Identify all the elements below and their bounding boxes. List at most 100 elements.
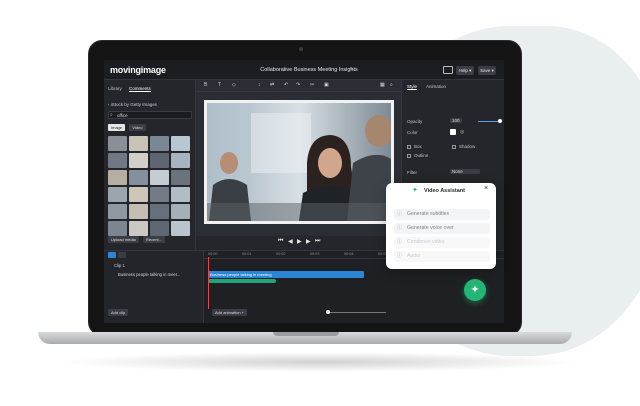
opacity-slider-handle[interactable] xyxy=(498,119,502,123)
tab-animation[interactable]: Animation xyxy=(426,84,446,89)
media-thumbnail[interactable] xyxy=(108,153,127,168)
edit-title-icon[interactable]: ✎ xyxy=(350,67,354,73)
filter-image[interactable]: Image xyxy=(108,124,126,131)
media-thumbnail[interactable] xyxy=(108,170,127,185)
project-title[interactable]: Collaborative Business Meeting Insights xyxy=(244,67,374,73)
rewind-icon[interactable]: ◀ xyxy=(288,238,293,245)
color-label: Color xyxy=(407,130,418,135)
meeting-scene-image xyxy=(207,103,391,221)
media-thumbnail[interactable] xyxy=(108,204,127,219)
box-checkbox[interactable] xyxy=(407,145,411,149)
skip-forward-icon[interactable]: ⏭ xyxy=(315,238,320,245)
skip-back-icon[interactable]: ⏮ xyxy=(278,238,283,245)
shadow-label: Shadow xyxy=(459,144,476,149)
filter-video[interactable]: Video xyxy=(129,124,146,131)
redo-icon[interactable]: ↷ xyxy=(296,82,300,88)
playhead[interactable] xyxy=(208,257,209,309)
snap-toggle[interactable] xyxy=(108,252,116,258)
color-swatch[interactable] xyxy=(450,129,456,135)
assistant-fab-button[interactable]: ✦ xyxy=(464,279,486,301)
tab-library[interactable]: Library xyxy=(108,86,122,91)
generate-subtitles-button[interactable]: ⓘ Generate subtitles xyxy=(394,209,490,220)
upload-media-button[interactable]: Upload media xyxy=(108,236,139,243)
laptop-shadow xyxy=(60,352,580,372)
media-thumbnail[interactable] xyxy=(171,187,190,202)
copy-icon[interactable]: ▣ xyxy=(324,82,329,88)
tick-label: 00:02 xyxy=(276,252,286,256)
shadow-checkbox[interactable] xyxy=(452,145,456,149)
media-thumbnail[interactable] xyxy=(129,187,148,202)
text-icon[interactable]: T xyxy=(218,82,221,88)
condense-video-button[interactable]: ⓘ Condense video xyxy=(394,237,490,248)
search-icon: ⌕ xyxy=(110,112,113,118)
media-thumbnail[interactable] xyxy=(129,221,148,236)
media-thumbnail[interactable] xyxy=(108,136,127,151)
recent-button[interactable]: Recent... xyxy=(142,236,165,243)
help-button[interactable]: Help ▾ xyxy=(456,66,474,75)
laptop-notch xyxy=(273,332,339,336)
outline-checkbox[interactable] xyxy=(407,154,411,158)
subtitles-icon: ⓘ xyxy=(397,211,403,217)
media-thumbnail[interactable] xyxy=(150,153,169,168)
media-thumbnail[interactable] xyxy=(150,204,169,219)
media-filters: Image Video xyxy=(108,124,149,131)
media-thumbnail[interactable] xyxy=(150,170,169,185)
clip-bar-label: Business people talking in meeting xyxy=(210,272,272,277)
timeline-zoom-slider[interactable] xyxy=(326,312,386,313)
view-toggle[interactable] xyxy=(118,252,126,258)
assistant-item-label: Generate subtitles xyxy=(407,211,450,217)
close-icon[interactable]: × xyxy=(484,185,488,192)
search-box[interactable]: ⌕ xyxy=(108,111,192,119)
play-icon[interactable]: ▶ xyxy=(297,238,302,245)
color-picker-icon[interactable]: ◎ xyxy=(460,129,464,135)
opacity-slider[interactable] xyxy=(478,121,500,122)
webcam xyxy=(299,47,303,51)
undo-icon[interactable]: ↶ xyxy=(284,82,288,88)
bold-icon[interactable]: B xyxy=(204,82,207,88)
back-link[interactable]: ‹ iStock by Getty Images xyxy=(108,102,157,107)
media-thumbnail[interactable] xyxy=(129,136,148,151)
audio-clip-bar[interactable] xyxy=(208,279,276,283)
swap-icon[interactable]: ⇄ xyxy=(270,82,274,88)
media-thumbnail[interactable] xyxy=(108,221,127,236)
media-thumbnail[interactable] xyxy=(129,204,148,219)
forward-icon[interactable]: ▶ xyxy=(306,238,311,245)
preview-monitor-icon[interactable] xyxy=(443,66,453,74)
media-thumbnail[interactable] xyxy=(108,187,127,202)
media-thumbnail[interactable] xyxy=(129,170,148,185)
timeline-zoom-handle[interactable] xyxy=(326,310,330,314)
add-animation-button[interactable]: Add animation + xyxy=(212,309,248,316)
tab-style[interactable]: Style xyxy=(407,84,418,90)
media-grid xyxy=(108,136,190,236)
clip-name[interactable]: Business people talking in meet... xyxy=(118,272,180,277)
library-panel: Library Comments ‹ iStock by Getty Image… xyxy=(104,80,196,250)
opacity-value[interactable]: 100 xyxy=(450,118,462,123)
add-clip-button[interactable]: Add clip xyxy=(108,309,129,316)
media-thumbnail[interactable] xyxy=(171,170,190,185)
video-frame[interactable] xyxy=(204,100,394,224)
generate-voice-over-button[interactable]: ⓘ Generate voice over xyxy=(394,223,490,234)
audio-button[interactable]: ⓘ Audio xyxy=(394,251,490,262)
media-thumbnail[interactable] xyxy=(171,204,190,219)
move-icon[interactable]: ↕ xyxy=(258,82,261,88)
tick-label: 00:03 xyxy=(310,252,320,256)
filter-label: Filter xyxy=(407,170,417,175)
grid-icon[interactable]: ▦ xyxy=(380,82,385,88)
shape-icon[interactable]: ◇ xyxy=(232,82,236,88)
media-thumbnail[interactable] xyxy=(150,136,169,151)
edit-toolbar: B T ◇ ↕ ⇄ ↶ ↷ ✂ ▣ ▦ ⌕ xyxy=(196,80,401,92)
filter-select[interactable]: None xyxy=(450,169,480,174)
zoom-icon[interactable]: ⌕ xyxy=(390,82,393,88)
media-thumbnail[interactable] xyxy=(171,136,190,151)
tab-comments[interactable]: Comments xyxy=(129,86,151,92)
save-button[interactable]: Save ▾ xyxy=(478,66,496,75)
media-thumbnail[interactable] xyxy=(150,221,169,236)
media-thumbnail[interactable] xyxy=(171,221,190,236)
media-thumbnail[interactable] xyxy=(150,187,169,202)
voice-icon: ⓘ xyxy=(397,225,403,231)
track-name[interactable]: Clip 1 xyxy=(114,263,125,268)
search-input[interactable] xyxy=(117,112,187,119)
media-thumbnail[interactable] xyxy=(129,153,148,168)
cut-icon[interactable]: ✂ xyxy=(310,82,314,88)
media-thumbnail[interactable] xyxy=(171,153,190,168)
